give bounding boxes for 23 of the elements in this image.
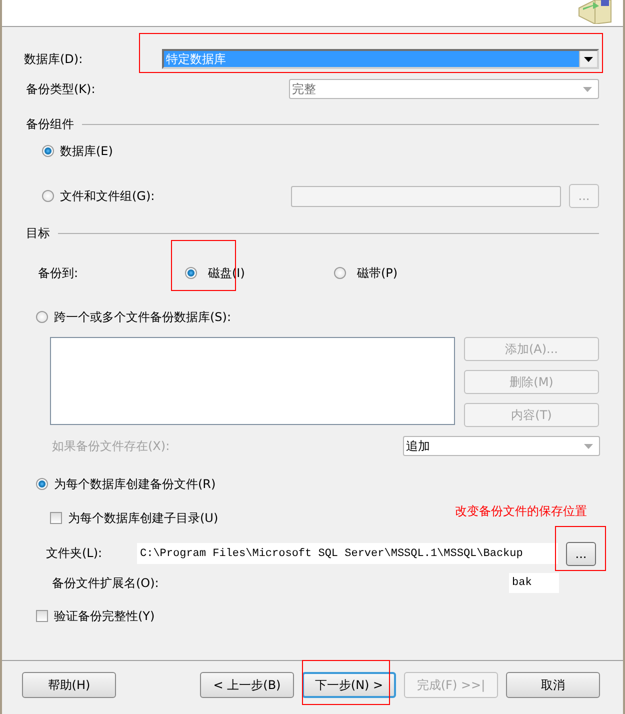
wizard-button[interactable]: 帮助(H) [22, 672, 116, 698]
option-label: 跨一个或多个文件备份数据库(S): [54, 308, 232, 326]
annotation-text: 改变备份文件的保存位置 [455, 502, 587, 520]
group-title: 备份组件 [26, 116, 74, 132]
option-label: 为每个数据库创建子目录(U) [68, 510, 218, 526]
option-label: 为每个数据库创建备份文件(R) [54, 476, 216, 492]
wizard-button[interactable]: 取消 [506, 672, 600, 698]
group-title: 目标 [26, 224, 50, 242]
option-label: 数据库(E) [60, 142, 113, 160]
wizard-button[interactable]: 下一步(N) > [302, 672, 396, 698]
field-label: 文件夹(L): [46, 545, 104, 562]
browse-button[interactable]: ... [566, 542, 596, 566]
option-label: 磁带(P) [357, 264, 399, 282]
field-label: 如果备份文件存在(X): [52, 438, 170, 454]
field-label: 备份到: [38, 264, 80, 282]
folder-field[interactable]: C:\Program Files\Microsoft SQL Server\MSSQL.1\MSSQL\Backup [137, 543, 558, 564]
option-label: 文件和文件组(G): [60, 188, 155, 204]
wizard-button[interactable]: < 上一步(B) [200, 672, 294, 698]
option-label: 验证备份完整性(Y) [54, 608, 155, 624]
field-label: 备份类型(K): [26, 80, 96, 98]
field-label: 备份文件扩展名(O): [52, 574, 159, 592]
extension-field[interactable]: bak [509, 573, 559, 593]
field-label: 数据库(D): [24, 50, 83, 68]
